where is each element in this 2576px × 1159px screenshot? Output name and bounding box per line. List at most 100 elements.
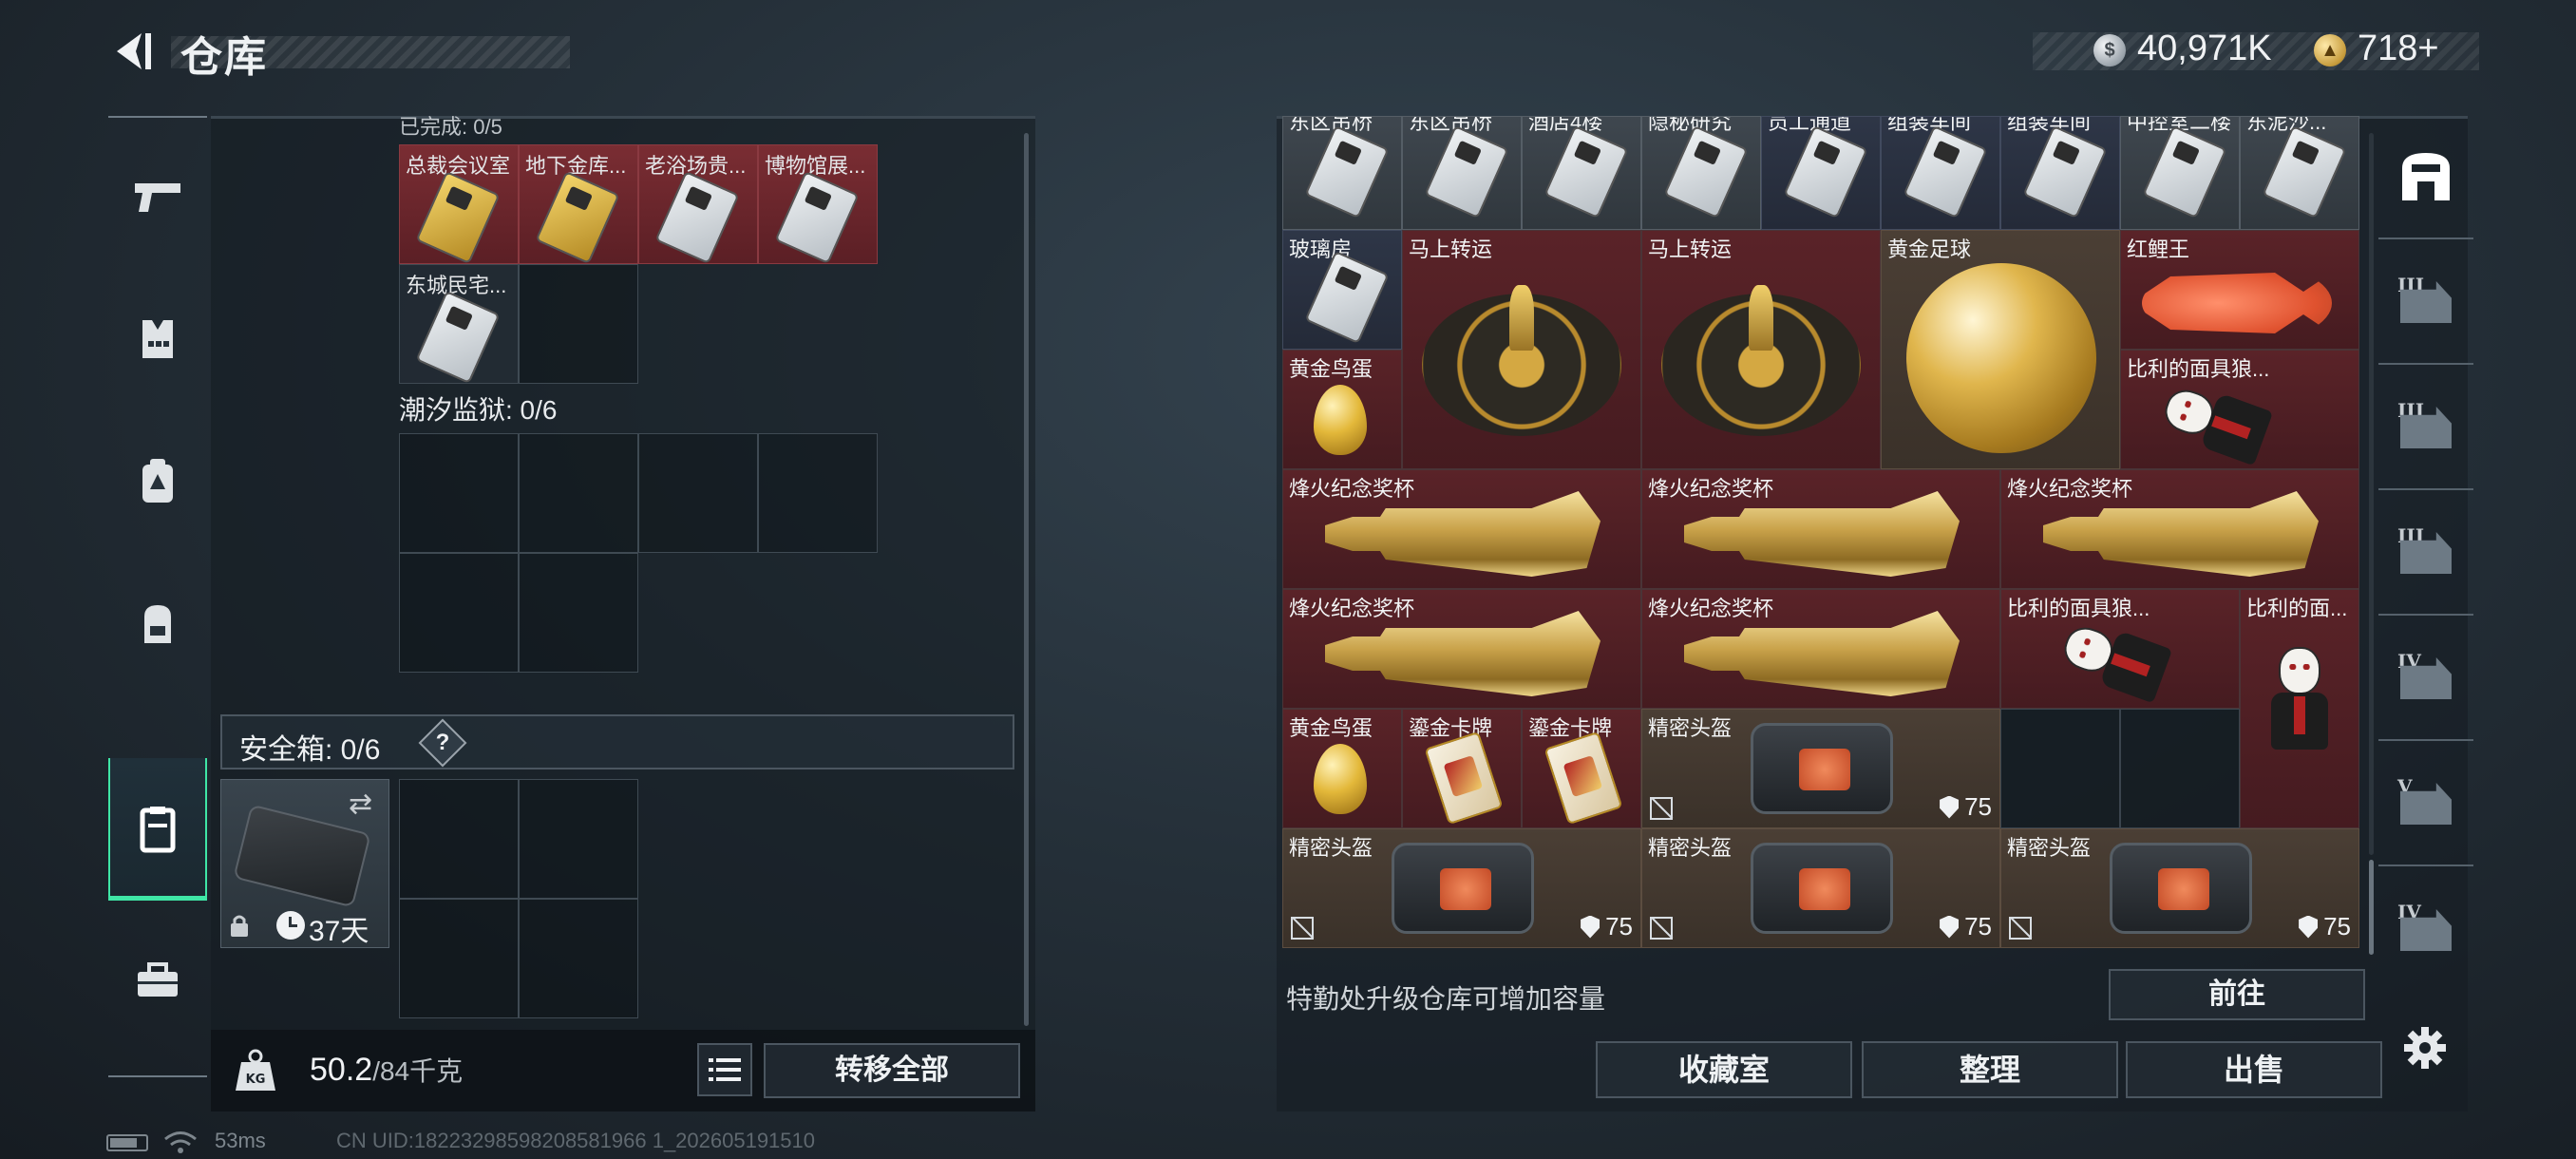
- stash-page-tier-4a[interactable]: IV: [2378, 618, 2473, 741]
- item-name: 地下金库...: [525, 154, 627, 178]
- stash-item-gold-card[interactable]: 鎏金卡牌: [1402, 709, 1522, 828]
- empty-slot[interactable]: [399, 553, 519, 673]
- stash-item-keycard[interactable]: 东区吊桥: [1402, 116, 1522, 230]
- stash-item-helmet[interactable]: 精密头盔 75: [1282, 828, 1641, 948]
- empty-slot[interactable]: [2120, 709, 2240, 828]
- stash-page-tier-4b[interactable]: IV: [2378, 868, 2473, 992]
- settings-gear-icon[interactable]: [2403, 1026, 2447, 1070]
- lucky-turntable-icon: [1422, 285, 1621, 436]
- max-weight: /84千克: [372, 1056, 464, 1086]
- empty-slot[interactable]: [399, 779, 519, 899]
- left-scrollbar[interactable]: [1024, 133, 1029, 1026]
- empty-slot[interactable]: [519, 264, 638, 384]
- safebox-icon: [140, 807, 176, 853]
- trophy-icon: [2043, 491, 2319, 577]
- lock-icon: [231, 915, 248, 937]
- keycard-slot[interactable]: 总裁会议室: [399, 144, 519, 265]
- back-arrow-icon: [117, 33, 151, 69]
- stash-item-trophy[interactable]: 烽火纪念奖杯: [1641, 469, 2000, 589]
- stash-item-keycard[interactable]: 东泥沙...: [2240, 116, 2359, 230]
- stash-page-tier-3b[interactable]: III: [2378, 367, 2473, 490]
- stash-item-jigsaw-doll[interactable]: 比利的面...: [2240, 589, 2359, 828]
- keycard-slot[interactable]: 地下金库...: [519, 144, 638, 265]
- stash-item-helmet[interactable]: 精密头盔 75: [2000, 828, 2359, 948]
- transfer-all-button[interactable]: 转移全部: [764, 1043, 1020, 1098]
- help-icon[interactable]: ?: [418, 718, 467, 768]
- stash-item-gold-card[interactable]: 鎏金卡牌: [1522, 709, 1641, 828]
- empty-slot[interactable]: [758, 433, 878, 553]
- stash-scrollbar-thumb[interactable]: [2369, 860, 2374, 955]
- stash-item-trophy[interactable]: 烽火纪念奖杯: [1282, 589, 1641, 709]
- svg-text:KG: KG: [246, 1073, 266, 1087]
- empty-slot[interactable]: [399, 899, 519, 1018]
- collection-room-button[interactable]: 收藏室: [1596, 1041, 1852, 1098]
- stash-item-turntable[interactable]: 马上转运: [1402, 230, 1641, 469]
- stash-item-keycard[interactable]: 东区吊桥: [1282, 116, 1402, 230]
- upgrade-hint: 特勤处升级仓库可增加容量: [1286, 984, 1606, 1014]
- safebox-container[interactable]: ⇄ 37天: [220, 779, 389, 948]
- empty-slot[interactable]: [399, 433, 519, 553]
- item-name: 黄金足球: [1887, 238, 1972, 261]
- stash-page-tier-3c[interactable]: III: [2378, 492, 2473, 616]
- stash-item-trophy[interactable]: 烽火纪念奖杯: [1282, 469, 1641, 589]
- rail-item-weapons[interactable]: [108, 125, 207, 268]
- stash-page-main[interactable]: [2378, 116, 2473, 239]
- stash-item-jigsaw-mask[interactable]: 比利的面具狼...: [2120, 350, 2359, 469]
- stash-item-keycard[interactable]: 组装车间: [2000, 116, 2120, 230]
- sell-button[interactable]: 出售: [2126, 1041, 2382, 1098]
- stash-item-trophy[interactable]: 烽火纪念奖杯: [1641, 589, 2000, 709]
- rail-item-safebox[interactable]: [108, 758, 207, 901]
- stash-page-tier-5[interactable]: V: [2378, 743, 2473, 866]
- stash-item-helmet[interactable]: 精密头盔 75: [1641, 709, 2000, 828]
- no-drop-icon: [1650, 797, 1673, 820]
- rail-item-backpack[interactable]: [108, 553, 207, 695]
- item-name: 烽火纪念奖杯: [2007, 477, 2133, 501]
- rail-item-armor[interactable]: [108, 268, 207, 410]
- stash-item-turntable[interactable]: 马上转运: [1641, 230, 1881, 469]
- stash-item-jigsaw-mask[interactable]: 比利的面具狼...: [2000, 589, 2240, 709]
- stash-scrollbar-track[interactable]: [2369, 133, 2374, 855]
- item-name: 马上转运: [1409, 238, 1493, 261]
- stash-item-golden-ball[interactable]: 黄金足球: [1881, 230, 2120, 469]
- rail-item-tools[interactable]: [108, 908, 207, 1051]
- rail-item-rig[interactable]: [108, 410, 207, 553]
- armor-vest-icon: [142, 320, 173, 358]
- list-view-button[interactable]: [697, 1043, 752, 1096]
- silver-amount: 40,971K: [2137, 28, 2272, 68]
- stash-item-keycard[interactable]: 玻璃房: [1282, 230, 1402, 350]
- keycard-slot[interactable]: 东城民宅...: [399, 264, 519, 385]
- stash-item-golden-egg[interactable]: 黄金鸟蛋: [1282, 350, 1402, 469]
- jigsaw-doll-icon: [2262, 647, 2338, 751]
- empty-slot[interactable]: [519, 433, 638, 553]
- empty-slot[interactable]: [519, 553, 638, 673]
- empty-slot[interactable]: [2000, 709, 2120, 828]
- stash-item-keycard[interactable]: 组装车间: [1881, 116, 2000, 230]
- swap-icon[interactable]: ⇄: [349, 788, 372, 821]
- back-button[interactable]: [104, 25, 158, 78]
- keycard-slot[interactable]: 老浴场贵...: [638, 144, 758, 265]
- golden-egg-icon: [1314, 385, 1367, 455]
- weight-bar: KG 50.2/84千克 转移全部: [211, 1030, 1035, 1112]
- stash-item-keycard[interactable]: 隐秘研究: [1641, 116, 1761, 230]
- sort-button[interactable]: 整理: [1862, 1041, 2118, 1098]
- durability-value: 75: [1964, 912, 1992, 940]
- item-name: 红鲤王: [2127, 238, 2190, 261]
- gold-amount[interactable]: 718+: [2358, 28, 2439, 69]
- stash-item-trophy[interactable]: 烽火纪念奖杯: [2000, 469, 2359, 589]
- keycard-slot[interactable]: 博物馆展...: [758, 144, 878, 265]
- empty-slot[interactable]: [638, 433, 758, 553]
- stash-item-keycard[interactable]: 员工通道: [1761, 116, 1881, 230]
- stash-item-helmet[interactable]: 精密头盔 75: [1641, 828, 2000, 948]
- stash-item-golden-egg[interactable]: 黄金鸟蛋: [1282, 709, 1402, 828]
- item-name: 东城民宅...: [406, 274, 507, 297]
- stash-item-koi[interactable]: 红鲤王: [2120, 230, 2359, 350]
- shield-icon: [1581, 915, 1601, 939]
- stash-item-keycard[interactable]: 酒店4楼: [1522, 116, 1641, 230]
- empty-slot[interactable]: [519, 779, 638, 899]
- pistol-icon: [135, 183, 180, 212]
- stash-item-keycard[interactable]: 中控室二楼: [2120, 116, 2240, 230]
- gold-add-icon[interactable]: +: [2417, 28, 2438, 68]
- empty-slot[interactable]: [519, 899, 638, 1018]
- stash-page-tier-3a[interactable]: III: [2378, 241, 2473, 365]
- goto-button[interactable]: 前往: [2109, 969, 2365, 1020]
